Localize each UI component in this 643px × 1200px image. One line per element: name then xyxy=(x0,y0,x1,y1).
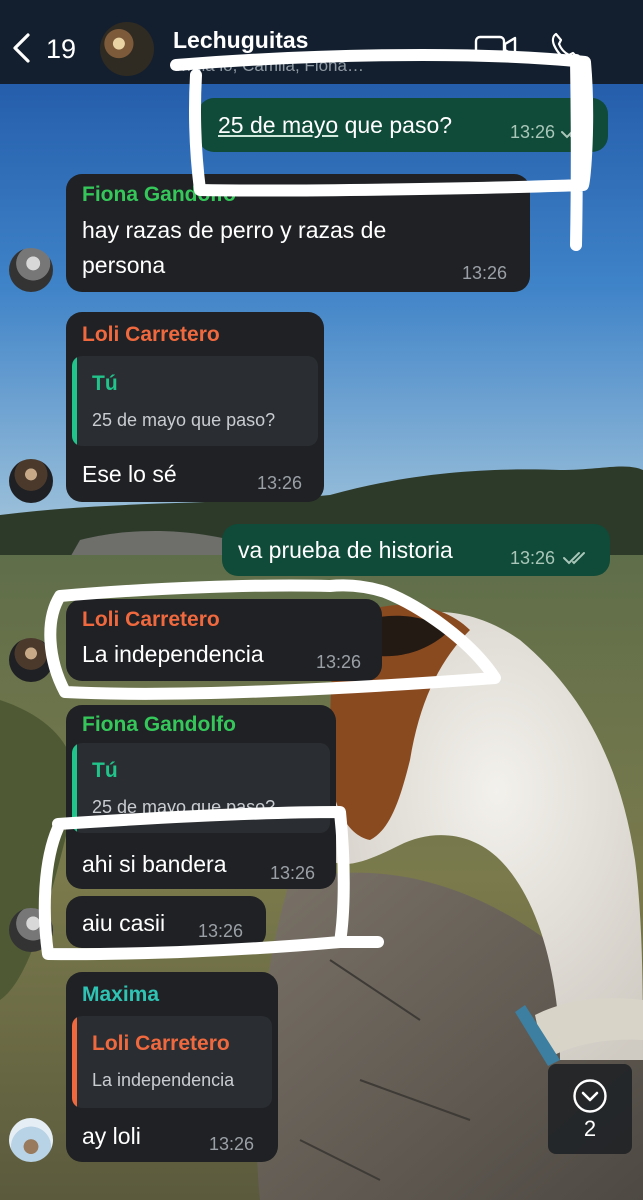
message-text-rest: que paso? xyxy=(338,112,453,138)
message-bubble-outgoing[interactable]: va prueba de historia 13:26 xyxy=(222,524,610,576)
avatar-loli[interactable] xyxy=(9,459,53,503)
message-time: 13:26 xyxy=(209,1134,255,1154)
double-check-icon xyxy=(561,126,583,139)
message-text: 25 de mayo que paso? xyxy=(218,107,452,143)
message-text: aiu casii xyxy=(82,910,166,936)
message-text: va prueba de historia xyxy=(238,537,453,563)
avatar-loli[interactable] xyxy=(9,638,53,682)
message-bubble-incoming[interactable]: Loli Carretero Tú 25 de mayo que paso? E… xyxy=(66,312,324,502)
group-avatar[interactable] xyxy=(100,22,154,76)
quoted-reply[interactable]: Tú 25 de mayo que paso? xyxy=(72,743,330,833)
message-text-line1: hay razas de perro y razas de xyxy=(82,217,387,243)
quote-accent-bar xyxy=(72,743,77,833)
sender-name[interactable]: Fiona Gandolfo xyxy=(82,713,236,737)
quote-text: 25 de mayo que paso? xyxy=(92,797,276,817)
message-time: 13:26 xyxy=(198,921,244,941)
message-bubble-incoming[interactable]: aiu casii 13:26 xyxy=(66,896,266,948)
sender-name[interactable]: Maxima xyxy=(82,983,159,1007)
avatar-fiona[interactable] xyxy=(9,248,53,292)
scroll-to-bottom-button[interactable]: 2 xyxy=(548,1064,632,1154)
message-time: 13:26 xyxy=(462,263,508,283)
video-call-button[interactable] xyxy=(474,32,518,62)
back-button[interactable]: 19 xyxy=(8,28,78,70)
avatar-fiona[interactable] xyxy=(9,908,53,952)
double-check-icon xyxy=(563,552,585,565)
message-time: 13:26 xyxy=(316,652,362,672)
message-text: Ese lo sé xyxy=(82,461,177,487)
quoted-reply[interactable]: Loli Carretero La independencia xyxy=(72,1016,272,1108)
message-text: La independencia xyxy=(82,641,264,667)
unread-messages-count: 2 xyxy=(583,1116,597,1141)
quote-author: Tú xyxy=(92,372,118,395)
quote-accent-bar xyxy=(72,356,77,446)
quote-author: Tú xyxy=(92,759,118,782)
message-time: 13:26 xyxy=(510,122,556,142)
sender-name[interactable]: Loli Carretero xyxy=(82,323,220,347)
phone-icon xyxy=(551,32,580,63)
chat-header: 19 Lechuguitas …ula lo, Camila, Fiona… xyxy=(0,0,643,84)
date-link[interactable]: 25 de mayo xyxy=(218,112,338,138)
message-text: ay loli xyxy=(82,1123,141,1149)
message-text: ahi si bandera xyxy=(82,851,227,877)
message-bubble-incoming[interactable]: Fiona Gandolfo Tú 25 de mayo que paso? a… xyxy=(66,705,336,889)
message-bubble-outgoing[interactable]: 25 de mayo que paso? 13:26 xyxy=(198,98,608,152)
message-bubble-incoming[interactable]: Maxima Loli Carretero La independencia a… xyxy=(66,972,278,1162)
sender-name[interactable]: Loli Carretero xyxy=(82,608,220,632)
message-bubble-incoming[interactable]: Loli Carretero La independencia 13:26 xyxy=(66,599,382,681)
quote-text: La independencia xyxy=(92,1070,235,1090)
message-time: 13:26 xyxy=(510,548,556,568)
message-text-line2: persona xyxy=(82,252,166,278)
video-camera-icon xyxy=(474,35,517,59)
message-time: 13:26 xyxy=(257,473,303,493)
quoted-reply[interactable]: Tú 25 de mayo que paso? xyxy=(72,356,318,446)
unread-chats-count: 19 xyxy=(46,34,77,64)
message-time: 13:26 xyxy=(270,863,316,883)
avatar-maxima[interactable] xyxy=(9,1118,53,1162)
chevron-down-icon xyxy=(573,1079,607,1113)
group-title[interactable]: Lechuguitas xyxy=(173,27,308,54)
sender-name[interactable]: Fiona Gandolfo xyxy=(82,183,236,207)
message-bubble-incoming[interactable]: Fiona Gandolfo hay razas de perro y raza… xyxy=(66,174,530,292)
quote-accent-bar xyxy=(72,1016,77,1108)
voice-call-button[interactable] xyxy=(550,30,580,64)
chevron-left-icon xyxy=(13,33,30,63)
quote-author: Loli Carretero xyxy=(92,1032,230,1055)
group-members-subtitle[interactable]: …ula lo, Camila, Fiona… xyxy=(175,56,364,76)
quote-text: 25 de mayo que paso? xyxy=(92,410,276,430)
